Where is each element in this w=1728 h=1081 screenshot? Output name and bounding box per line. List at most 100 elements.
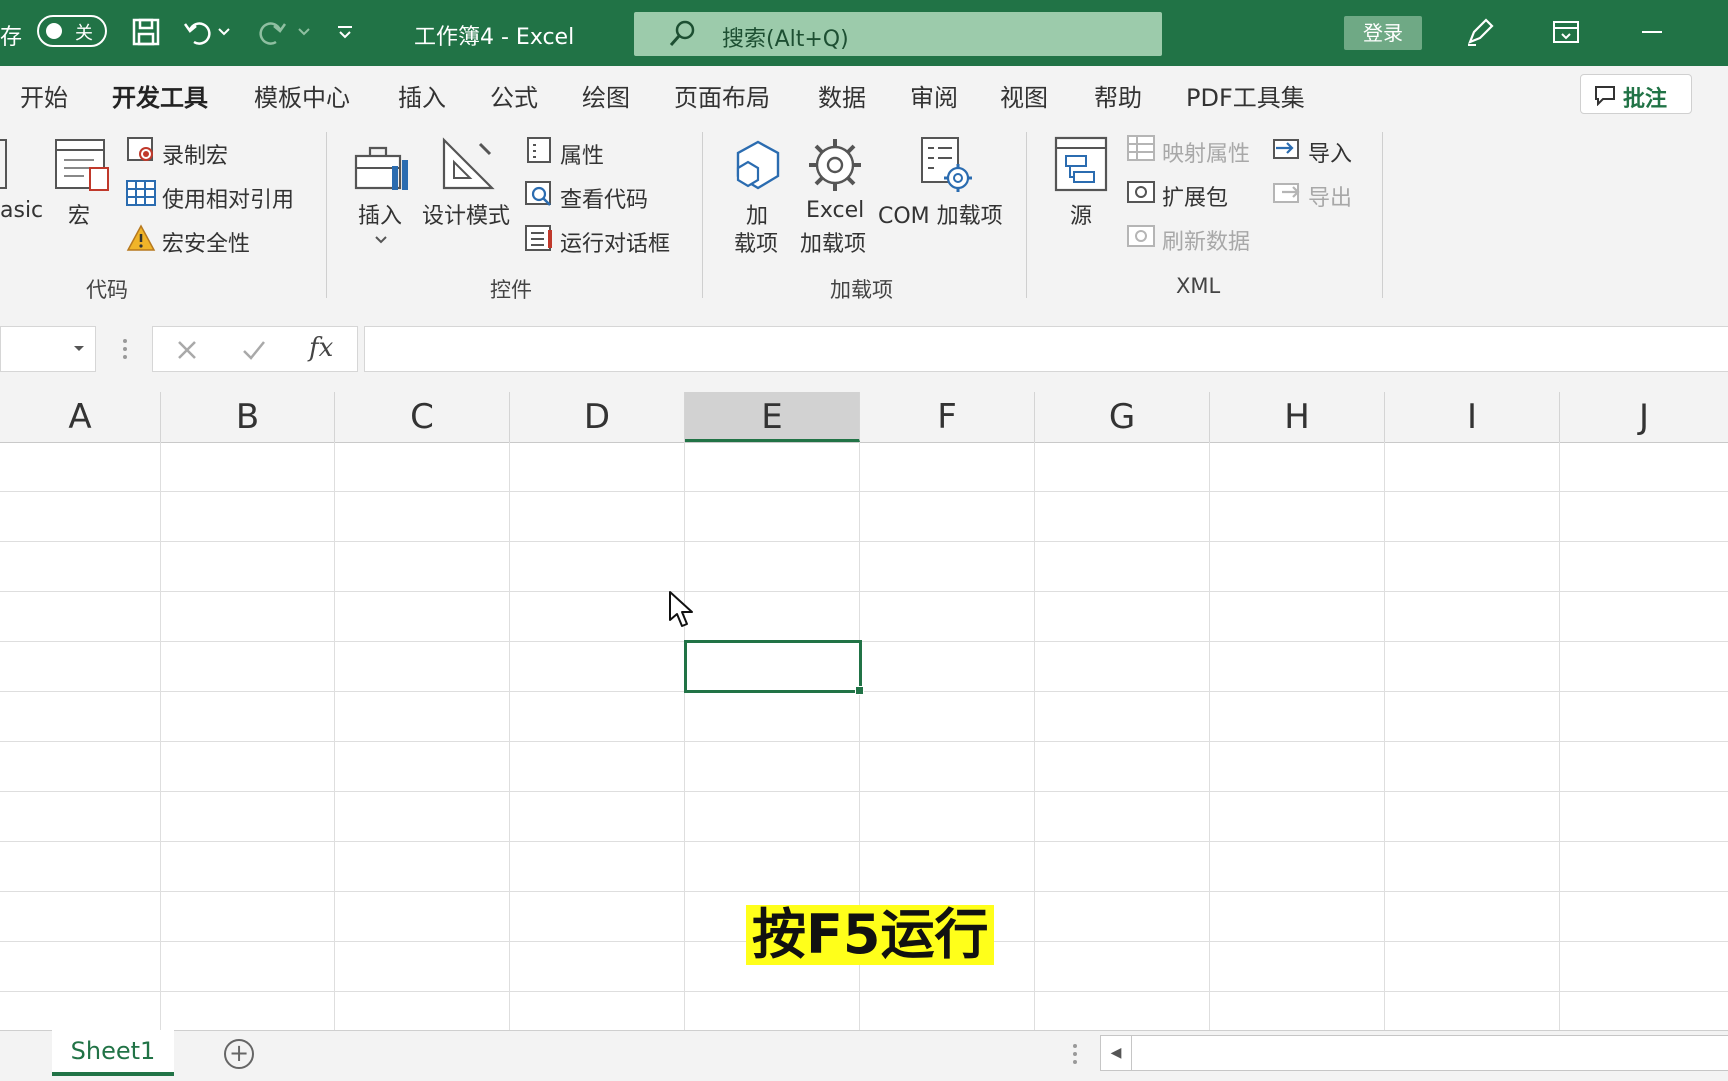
comment-label: 批注 — [1623, 87, 1668, 112]
pen-icon[interactable] — [1462, 14, 1498, 50]
import-icon[interactable] — [1272, 134, 1302, 166]
selected-cell[interactable] — [684, 640, 864, 695]
tab-review[interactable]: 审阅 — [910, 78, 958, 113]
cancel-icon[interactable] — [175, 338, 199, 362]
fill-handle[interactable] — [855, 686, 864, 695]
grid-line — [0, 791, 1728, 792]
import-label[interactable]: 导入 — [1308, 136, 1352, 168]
group-separator — [702, 132, 703, 298]
comment-button[interactable]: 批注 — [1580, 74, 1692, 114]
name-box[interactable] — [0, 326, 96, 372]
column-header-a[interactable]: A — [0, 392, 161, 442]
visual-basic-icon[interactable] — [0, 138, 10, 194]
login-button[interactable]: 登录 — [1344, 16, 1422, 50]
map-properties-icon — [1126, 134, 1156, 166]
run-dialog-label[interactable]: 运行对话框 — [560, 226, 670, 258]
tab-insert[interactable]: 插入 — [398, 78, 446, 113]
add-sheet-button[interactable]: + — [224, 1039, 254, 1069]
ribbon-display-icon[interactable] — [1548, 14, 1584, 50]
warning-icon[interactable] — [126, 224, 156, 256]
group-separator — [1026, 132, 1027, 298]
addins-label-line2[interactable]: 载项 — [734, 226, 778, 258]
insert-control-icon[interactable] — [352, 142, 414, 198]
export-icon — [1272, 178, 1302, 210]
column-header-f[interactable]: F — [860, 392, 1035, 442]
window-title: 工作簿4 - Excel — [414, 25, 575, 50]
drag-handle-icon[interactable] — [1072, 1043, 1078, 1069]
relative-reference-label[interactable]: 使用相对引用 — [162, 182, 294, 214]
properties-label[interactable]: 属性 — [560, 138, 604, 170]
expansion-pack-label[interactable]: 扩展包 — [1162, 180, 1228, 212]
design-mode-icon[interactable] — [440, 136, 496, 196]
column-header-g[interactable]: G — [1035, 392, 1210, 442]
com-addins-icon[interactable] — [918, 136, 974, 200]
sheet-tab-sheet1[interactable]: Sheet1 — [52, 1030, 174, 1076]
undo-dropdown-icon[interactable] — [214, 14, 234, 50]
xml-source-label[interactable]: 源 — [1070, 198, 1092, 230]
confirm-icon[interactable] — [241, 338, 267, 362]
record-macro-label[interactable]: 录制宏 — [162, 138, 228, 170]
name-box-dropdown-icon[interactable] — [73, 345, 85, 353]
expansion-pack-icon[interactable] — [1126, 178, 1156, 210]
autosave-toggle[interactable]: 关 — [37, 15, 107, 47]
excel-addins-label-line1[interactable]: Excel — [806, 198, 864, 223]
group-label-code: 代码 — [86, 278, 128, 302]
visual-basic-label[interactable]: asic — [0, 198, 43, 223]
macro-label[interactable]: 宏 — [68, 198, 90, 230]
ribbon-tabs: 开始 开发工具 模板中心 插入 公式 绘图 页面布局 数据 审阅 视图 帮助 P… — [0, 66, 1728, 127]
excel-addins-label-line2[interactable]: 加载项 — [800, 226, 866, 258]
drag-handle-icon[interactable] — [122, 338, 128, 364]
properties-icon[interactable] — [526, 136, 552, 168]
scroll-left-icon[interactable]: ◀ — [1101, 1036, 1132, 1070]
run-dialog-icon[interactable] — [524, 224, 554, 256]
save-icon[interactable] — [128, 14, 164, 50]
macro-icon[interactable] — [54, 138, 112, 198]
xml-source-icon[interactable] — [1054, 136, 1110, 198]
group-label-xml: XML — [1176, 274, 1221, 298]
column-header-j[interactable]: J — [1560, 392, 1728, 442]
tab-template-center[interactable]: 模板中心 — [254, 78, 350, 113]
redo-dropdown-icon[interactable] — [294, 14, 314, 50]
column-header-c[interactable]: C — [335, 392, 510, 442]
column-header-i[interactable]: I — [1385, 392, 1560, 442]
view-code-label[interactable]: 查看代码 — [560, 182, 648, 214]
tab-draw[interactable]: 绘图 — [582, 78, 630, 113]
chevron-down-icon[interactable] — [374, 230, 388, 249]
tab-view[interactable]: 视图 — [1000, 78, 1048, 113]
toggle-state: 关 — [75, 23, 93, 44]
tab-developer[interactable]: 开发工具 — [112, 78, 208, 127]
grid-line — [0, 891, 1728, 892]
customize-qat-icon[interactable] — [330, 14, 360, 50]
macro-security-label[interactable]: 宏安全性 — [162, 226, 250, 258]
group-separator — [1382, 132, 1383, 298]
search-box[interactable]: 搜索(Alt+Q) — [634, 12, 1162, 56]
gear-icon[interactable] — [806, 136, 864, 198]
formula-input[interactable] — [364, 326, 1728, 372]
tab-home[interactable]: 开始 — [20, 78, 68, 113]
tab-data[interactable]: 数据 — [818, 78, 866, 113]
search-icon — [669, 20, 695, 46]
insert-control-label[interactable]: 插入 — [358, 198, 402, 230]
record-macro-icon[interactable] — [126, 136, 156, 168]
undo-icon[interactable] — [180, 14, 216, 50]
formula-bar: fx — [0, 304, 1728, 392]
relative-reference-icon[interactable] — [126, 180, 156, 210]
column-header-d[interactable]: D — [510, 392, 685, 442]
design-mode-label[interactable]: 设计模式 — [422, 198, 510, 230]
minimize-icon[interactable] — [1634, 14, 1670, 50]
export-label: 导出 — [1308, 186, 1353, 211]
com-addins-label[interactable]: COM 加载项 — [878, 198, 1003, 230]
tab-formulas[interactable]: 公式 — [490, 78, 538, 113]
addins-icon[interactable] — [728, 138, 786, 198]
view-code-icon[interactable] — [524, 180, 554, 212]
insert-function-icon[interactable]: fx — [309, 333, 333, 363]
horizontal-scrollbar[interactable]: ◀ — [1100, 1035, 1728, 1071]
tab-help[interactable]: 帮助 — [1094, 78, 1142, 113]
tab-pdf-tools[interactable]: PDF工具集 — [1186, 78, 1305, 113]
column-header-b[interactable]: B — [161, 392, 335, 442]
mouse-cursor-icon — [668, 590, 696, 634]
redo-icon[interactable] — [254, 14, 290, 50]
tab-page-layout[interactable]: 页面布局 — [674, 78, 770, 113]
column-header-h[interactable]: H — [1210, 392, 1385, 442]
column-header-e[interactable]: E — [685, 392, 860, 442]
